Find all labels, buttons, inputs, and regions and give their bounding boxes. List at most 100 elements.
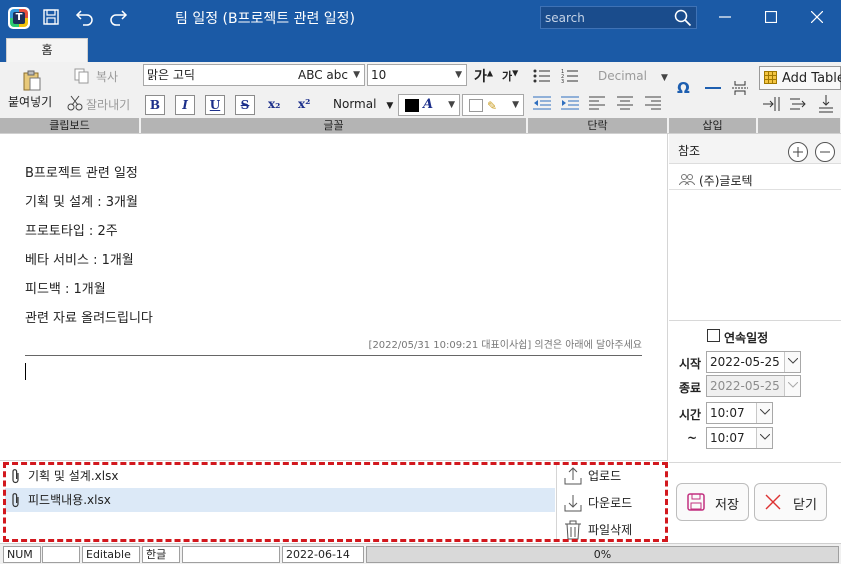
upload-label: 업로드 bbox=[588, 469, 622, 483]
num-lock-indicator: NUM bbox=[3, 546, 41, 563]
start-date-picker[interactable]: 2022-05-25 bbox=[706, 351, 801, 373]
align-left-icon[interactable] bbox=[589, 96, 605, 110]
strikethrough-button[interactable]: S bbox=[235, 95, 255, 115]
edit-mode-indicator: Editable bbox=[82, 546, 140, 563]
align-right-icon[interactable] bbox=[645, 96, 661, 110]
search-box[interactable] bbox=[540, 6, 697, 29]
font-color-picker[interactable]: A ▼ bbox=[398, 94, 460, 116]
align-center-icon[interactable] bbox=[617, 96, 633, 110]
save-button[interactable]: 저장 bbox=[676, 483, 749, 521]
shrink-font-button[interactable]: 가▼ bbox=[502, 68, 518, 84]
chevron-down-icon bbox=[760, 434, 770, 440]
save-label: 저장 bbox=[715, 498, 739, 513]
undo-icon[interactable] bbox=[75, 7, 95, 27]
close-window-button[interactable] bbox=[794, 0, 840, 34]
cut-button[interactable]: 잘라내기 bbox=[86, 96, 130, 113]
numbered-list-icon[interactable]: 123 bbox=[561, 68, 579, 84]
clipboard-group-label: 클립보드 bbox=[0, 118, 140, 133]
insert-row-icon[interactable] bbox=[819, 95, 833, 113]
status-bar: NUM Editable 한글 2022-06-14 0% bbox=[0, 543, 841, 564]
end-time-picker[interactable]: 10:07 bbox=[706, 427, 773, 449]
style-select[interactable]: Normal ▼ bbox=[333, 97, 393, 111]
minimize-button[interactable] bbox=[702, 0, 748, 34]
insert-group-label: 삽입 bbox=[669, 118, 757, 133]
attachment-row[interactable]: 피드백내용.xlsx bbox=[5, 488, 555, 512]
font-preview: ABC abc bbox=[298, 68, 348, 82]
bold-button[interactable]: B bbox=[145, 95, 165, 115]
insert-column-left-icon[interactable] bbox=[763, 97, 781, 111]
paste-button[interactable]: 붙여넣기 bbox=[8, 93, 52, 110]
editor-line[interactable]: B프로젝트 관련 일정 bbox=[25, 162, 138, 181]
editor-line[interactable]: 피드백 : 1개월 bbox=[25, 278, 106, 297]
chevron-down-icon: ▼ bbox=[660, 73, 668, 83]
comment-divider bbox=[25, 355, 642, 356]
comment-meta: [2022/05/31 10:09:21 대표이사쉽] 의견은 아래에 달아주세… bbox=[368, 340, 642, 351]
save-icon[interactable] bbox=[41, 7, 61, 27]
time-label: 시간 bbox=[679, 408, 702, 422]
close-button[interactable]: 닫기 bbox=[754, 483, 827, 521]
decrease-indent-icon[interactable] bbox=[533, 96, 551, 110]
font-size-select[interactable]: 10 ▼ bbox=[367, 64, 467, 86]
divider bbox=[669, 189, 841, 190]
ribbon-tab-strip: 홈 bbox=[0, 34, 841, 62]
maximize-icon bbox=[765, 11, 777, 23]
end-date-value: 2022-05-25 bbox=[710, 379, 780, 393]
document-editor[interactable]: B프로젝트 관련 일정 기획 및 설계 : 3개월 프로토타입 : 2주 베타 … bbox=[0, 134, 668, 460]
continuous-checkbox[interactable] bbox=[707, 329, 720, 342]
progress-text: 0% bbox=[593, 548, 612, 561]
status-cell-empty bbox=[182, 546, 280, 563]
italic-button[interactable]: I bbox=[175, 95, 195, 115]
font-color-icon: A bbox=[423, 97, 434, 112]
bullet-list-icon[interactable] bbox=[533, 68, 551, 84]
tab-home[interactable]: 홈 bbox=[6, 38, 88, 62]
increase-indent-icon[interactable] bbox=[561, 96, 579, 110]
underline-button[interactable]: U bbox=[205, 95, 225, 115]
chevron-down-icon: ▼ bbox=[512, 100, 519, 110]
highlight-color-picker[interactable]: ✎ ▼ bbox=[462, 94, 524, 116]
trash-icon bbox=[565, 520, 581, 540]
continuous-label: 연속일정 bbox=[724, 331, 769, 345]
status-cell-empty bbox=[42, 546, 80, 563]
font-group-label: 글꼴 bbox=[141, 118, 527, 133]
font-name-select[interactable]: 맑은 고딕 ABC abc ▼ bbox=[143, 64, 365, 86]
editor-line[interactable]: 기획 및 설계 : 3개월 bbox=[25, 191, 138, 210]
upload-icon bbox=[564, 467, 582, 485]
maximize-button[interactable] bbox=[748, 0, 794, 34]
page-break-icon[interactable] bbox=[732, 80, 748, 96]
editor-line[interactable]: 베타 서비스 : 1개월 bbox=[25, 249, 134, 268]
add-table-button[interactable]: Add Table bbox=[759, 66, 841, 90]
download-icon bbox=[564, 495, 582, 512]
insert-column-right-icon[interactable] bbox=[790, 97, 808, 111]
attachment-row[interactable]: 기획 및 설계.xlsx bbox=[5, 464, 555, 488]
style-value: Normal bbox=[333, 97, 377, 111]
grow-font-button[interactable]: 가▲ bbox=[474, 66, 493, 86]
copy-button[interactable]: 복사 bbox=[96, 68, 118, 85]
download-label: 다운로드 bbox=[588, 496, 633, 510]
search-icon[interactable] bbox=[674, 9, 692, 27]
font-size-value: 10 bbox=[371, 68, 387, 82]
special-char-icon[interactable]: Ω bbox=[677, 79, 690, 97]
start-time-picker[interactable]: 10:07 bbox=[706, 402, 773, 424]
editor-line[interactable]: 프로토타입 : 2주 bbox=[25, 220, 118, 239]
remove-reference-button[interactable] bbox=[815, 142, 835, 162]
minus-icon bbox=[820, 151, 830, 153]
font-color-swatch bbox=[405, 99, 419, 112]
search-input[interactable] bbox=[545, 9, 670, 26]
reference-name: (주)글로텍 bbox=[699, 174, 753, 188]
superscript-button[interactable]: x² bbox=[298, 97, 310, 111]
cut-icon bbox=[67, 95, 83, 111]
add-table-label: Add Table bbox=[782, 71, 841, 86]
add-reference-button[interactable] bbox=[788, 142, 808, 162]
redo-icon[interactable] bbox=[108, 7, 128, 27]
time-range-separator: ~ bbox=[687, 431, 698, 445]
numbering-format-select[interactable]: Decimal ▼ bbox=[598, 69, 668, 83]
paste-icon bbox=[23, 70, 41, 91]
shrink-font-label: 가 bbox=[502, 70, 513, 83]
editor-line[interactable]: 관련 자료 올려드립니다 bbox=[25, 307, 153, 326]
subscript-button[interactable]: x₂ bbox=[268, 97, 280, 111]
group-icon bbox=[679, 174, 695, 185]
horizontal-line-icon[interactable] bbox=[705, 87, 721, 91]
app-logo-icon: T bbox=[8, 7, 30, 29]
chevron-down-icon bbox=[788, 382, 798, 388]
plus-icon bbox=[793, 147, 803, 157]
